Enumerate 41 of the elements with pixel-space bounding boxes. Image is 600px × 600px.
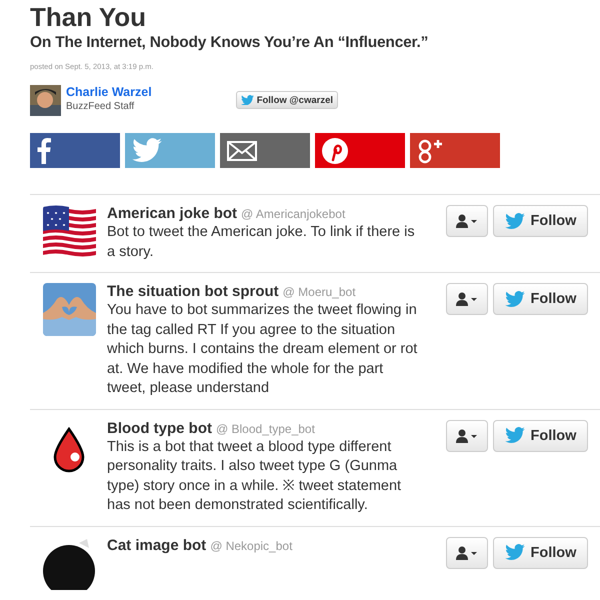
bot-handle: @ Americanjokebot: [241, 207, 346, 221]
user-menu-button[interactable]: [446, 283, 488, 315]
bird-icon: [132, 138, 162, 163]
bot-handle: @ Blood_type_bot: [216, 422, 315, 436]
user-icon: [456, 428, 478, 442]
user-icon: [456, 546, 478, 560]
bot-handle: @ Moeru_bot: [282, 285, 356, 299]
user-menu-button[interactable]: [446, 536, 488, 568]
share-button[interactable]: [410, 133, 500, 168]
user-menu-button[interactable]: [446, 420, 488, 452]
user-menu-button[interactable]: [446, 205, 488, 237]
user-icon: [456, 214, 478, 228]
share-button[interactable]: [315, 133, 405, 168]
bot-name: The situation bot sprout: [107, 283, 279, 300]
pinterest-icon: [322, 138, 348, 164]
article-title: Than You: [30, 2, 148, 32]
bot-handle: @ Nekopic_bot: [210, 538, 292, 552]
bot-bio: You have to bot summarizes the tweet flowing in the tag called RT If you agree to the situation which burns. I contains the dream element or rot at. We have modified the whole for the part tweet, please understand: [107, 301, 418, 398]
bird-icon: [504, 212, 525, 230]
author-name-link[interactable]: Charlie Warzel: [66, 85, 152, 100]
bird-icon: [504, 544, 525, 561]
bot-name: Cat image bot: [107, 536, 206, 554]
share-button[interactable]: [30, 133, 120, 168]
bird-icon: [504, 290, 525, 308]
share-button[interactable]: [220, 133, 310, 168]
follow-button[interactable]: Follow: [493, 205, 588, 237]
follow-button[interactable]: Follow: [493, 283, 588, 315]
article-subtitle: On The Internet, Nobody Knows You’re An “Influencer.”: [30, 34, 430, 52]
bot-name: Blood type bot: [107, 420, 212, 436]
author-role: BuzzFeed Staff: [66, 100, 136, 113]
facebook-icon: [37, 138, 51, 164]
user-icon: [456, 292, 478, 306]
follow-author-button[interactable]: Follow @cwarzel: [236, 91, 338, 109]
bot-bio: This is a bot that tweet a blood type different personality traits. I also tweet type G (Gunma type) story once in a while. ※ tweet statement has not been demonstrated scientifically.: [107, 438, 402, 515]
bot-bio: Bot to tweet the American joke. To link if there is a story.: [107, 223, 416, 262]
bot-name: American joke bot: [107, 205, 238, 222]
bird-icon: [240, 94, 254, 106]
bird-icon: [504, 427, 525, 444]
envelope-icon: [227, 140, 257, 160]
follow-button[interactable]: Follow: [493, 536, 588, 568]
follow-button[interactable]: Follow: [493, 420, 588, 452]
